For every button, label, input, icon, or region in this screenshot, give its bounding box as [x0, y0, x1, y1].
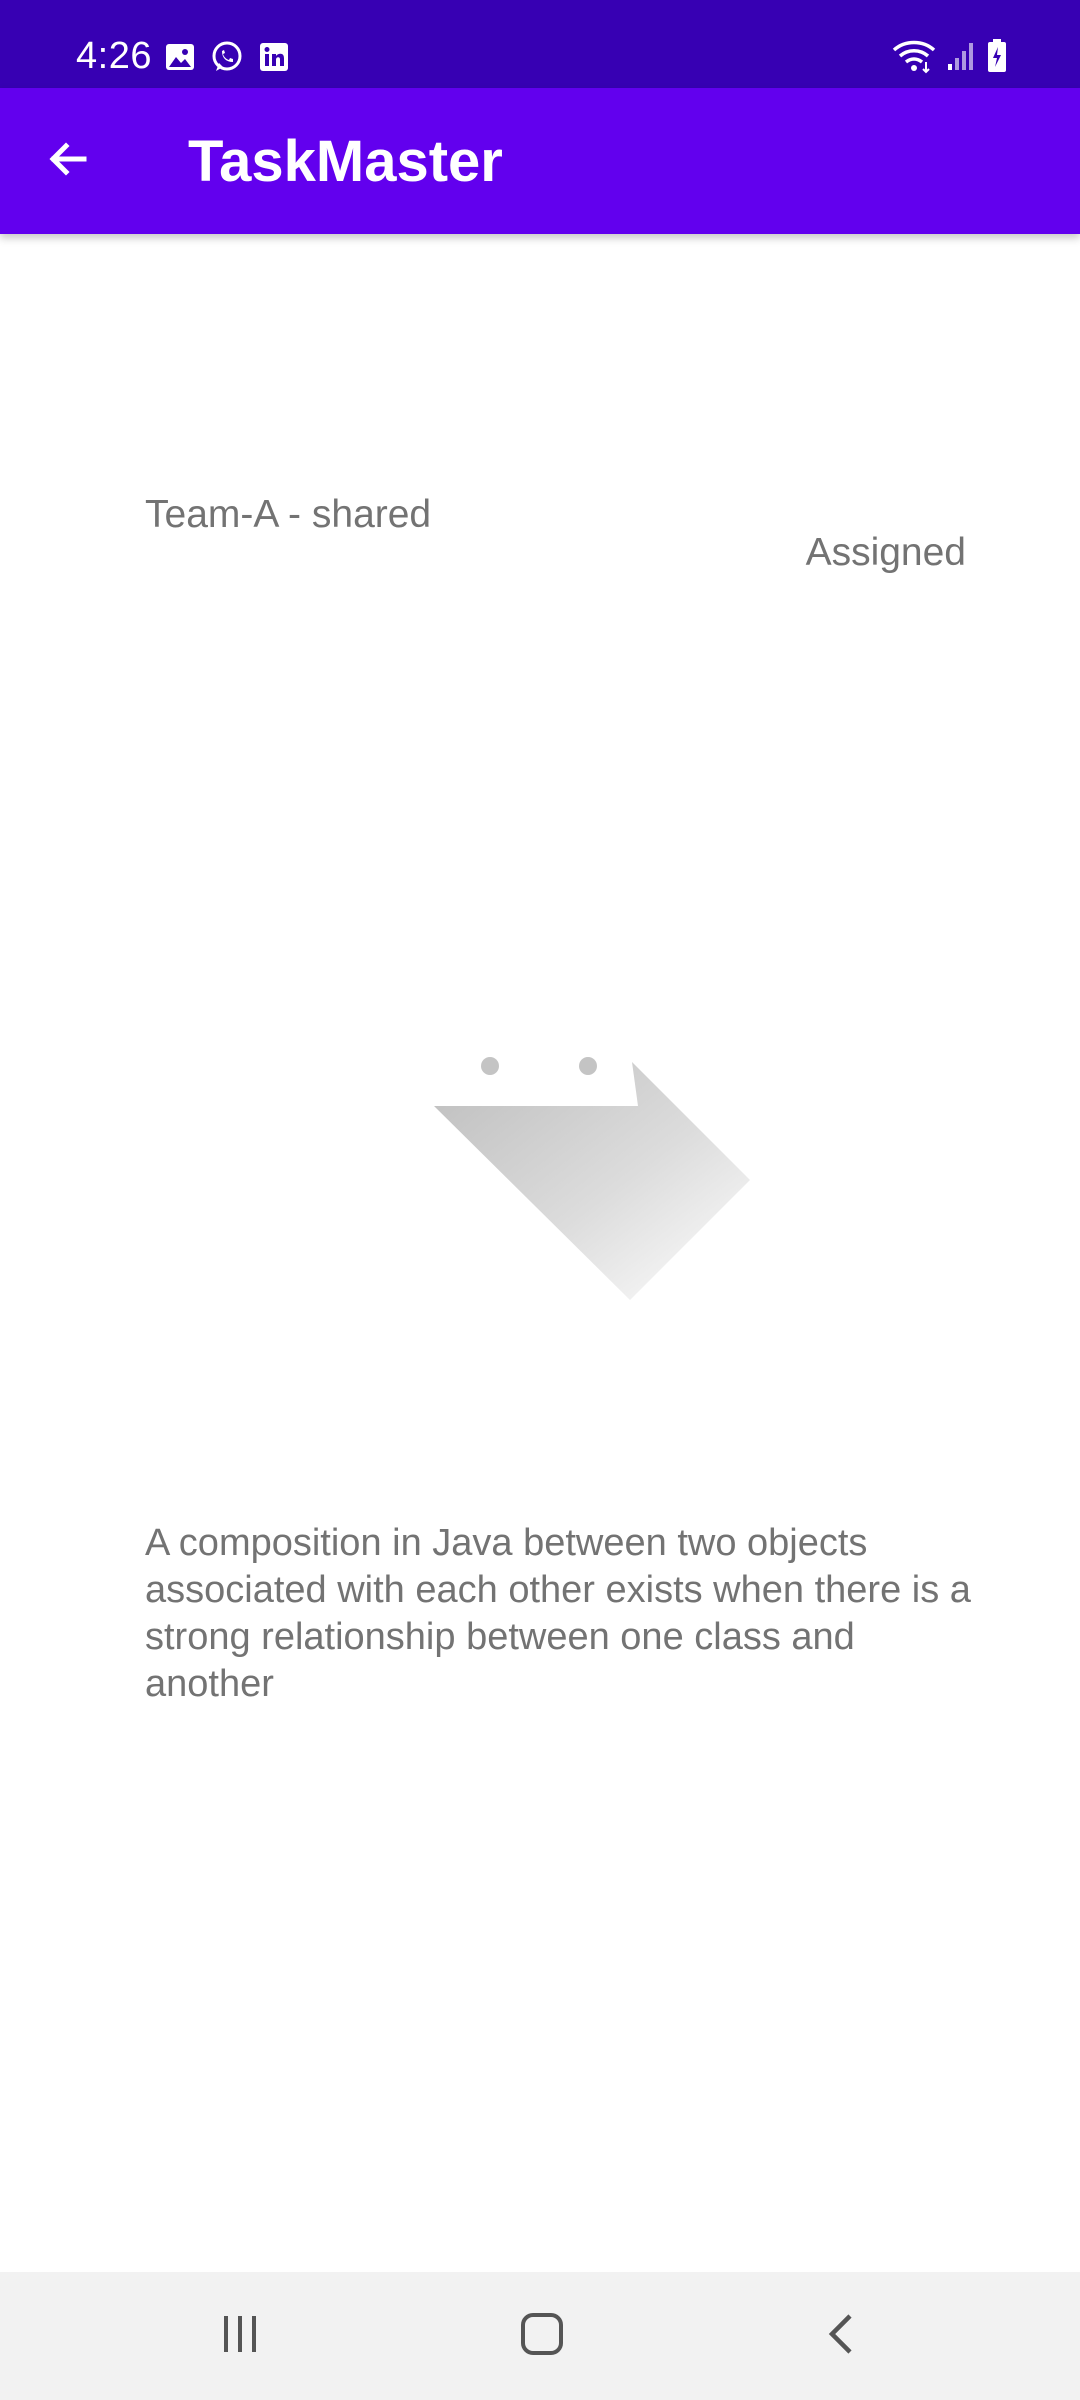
gallery-icon	[164, 41, 196, 78]
battery-charging-icon	[986, 38, 1008, 79]
app-title: TaskMaster	[188, 129, 503, 194]
task-description: A composition in Java between two object…	[145, 1522, 971, 1705]
task-team-label: Team-A - shared	[145, 493, 432, 536]
signal-icon	[946, 40, 976, 77]
nav-back-button[interactable]	[792, 2296, 892, 2376]
image-placeholder-icon	[420, 1057, 760, 1324]
back-button[interactable]	[32, 125, 104, 197]
recent-apps-icon	[218, 2312, 262, 2361]
whatsapp-icon	[210, 40, 244, 79]
navigation-bar	[0, 2272, 1080, 2400]
back-icon	[820, 2310, 864, 2363]
home-button[interactable]	[492, 2296, 592, 2376]
status-system-icons	[892, 38, 1008, 79]
task-image	[420, 1040, 760, 1320]
task-state-label: Assigned	[805, 531, 966, 574]
app-bar: TaskMaster	[0, 88, 1080, 234]
recent-apps-button[interactable]	[190, 2296, 290, 2376]
wifi-icon	[892, 38, 936, 79]
status-bar: 4:26	[0, 0, 1080, 88]
arrow-back-icon	[44, 135, 92, 188]
linkedin-icon	[258, 41, 290, 78]
status-time: 4:26	[76, 35, 152, 77]
status-notification-icons	[164, 40, 290, 79]
home-icon	[518, 2310, 566, 2363]
